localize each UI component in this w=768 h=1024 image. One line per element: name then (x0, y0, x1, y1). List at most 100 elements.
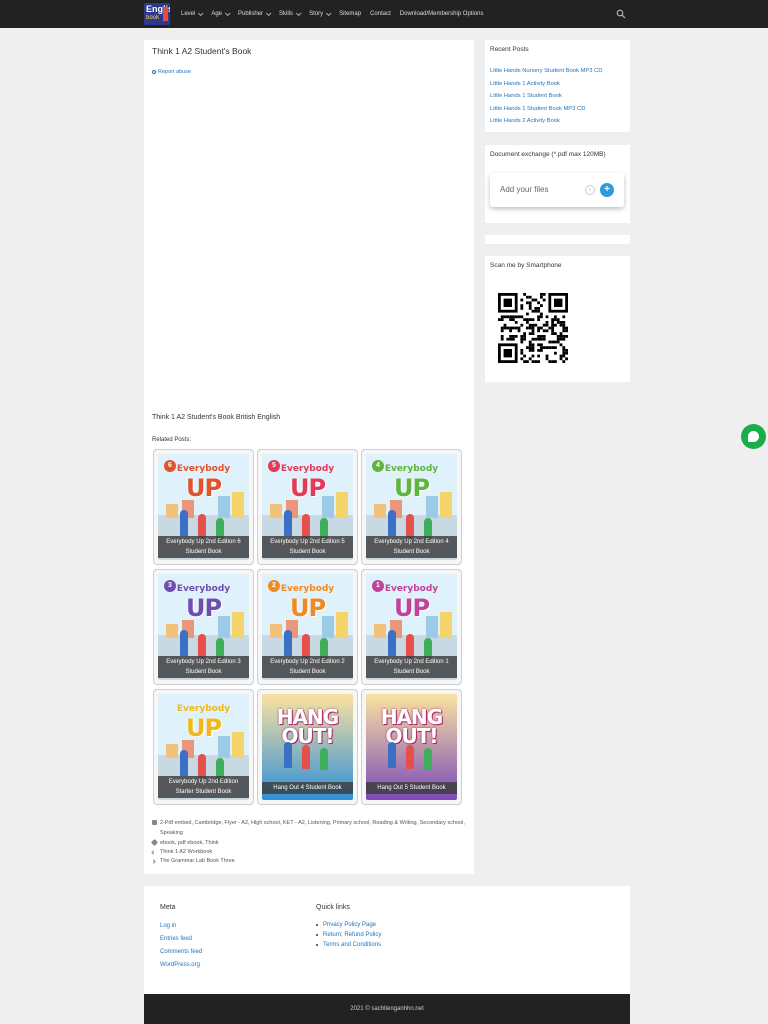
footer-link-label: Terms and Conditions (323, 942, 382, 948)
cover-figure (302, 634, 310, 658)
footer-title: Meta (160, 904, 176, 911)
cover-title: UP (289, 594, 326, 622)
related-post-card[interactable]: Everybody UP Everybody Up 2nd Edition Star… (153, 689, 254, 805)
tag-icon (150, 838, 159, 847)
level-badge: 1 (372, 580, 384, 592)
cover-figure (198, 754, 206, 778)
related-post-card[interactable]: Everybody UP 3 Everybody Up 2nd Edition 3 S… (153, 569, 254, 685)
categories-line: 2-Pdf embed, Cambridge, Flyer - A2, High… (152, 818, 466, 838)
cover-building (166, 503, 178, 518)
recent-post-link[interactable]: Little Hands 1 Activity Book (490, 78, 602, 91)
related-posts-heading: Related Posts: (152, 437, 192, 443)
footer-link[interactable]: Entries feed (160, 933, 202, 946)
recent-post-link[interactable]: Little Hands 2 Activity Book (490, 115, 602, 128)
related-post-card[interactable]: Everybody UP 4 Everybody Up 2nd Edition 4 S… (361, 449, 462, 565)
level-badge: 6 (164, 460, 176, 472)
related-post-card[interactable]: HANG OUT! Hang Out 4 Student Book (257, 689, 358, 805)
footer-link[interactable]: WordPress.org (160, 959, 202, 972)
cover-figure (406, 514, 414, 538)
related-post-card[interactable]: Everybody UP 6 Everybody Up 2nd Edition 6 S… (153, 449, 254, 565)
cover-figure (406, 745, 414, 769)
footer-link-label: Return; Refund Policy (323, 932, 382, 938)
report-abuse-link[interactable]: Report abuse (152, 69, 191, 75)
cover-building (374, 623, 386, 638)
chevron-right-icon (151, 859, 156, 864)
recent-post-link[interactable]: Little Hands 1 Student Book (490, 90, 602, 103)
footer-link[interactable]: Return; Refund Policy (316, 930, 381, 940)
prev-post-label: Think 1 A2 Workbook (160, 849, 213, 855)
nav-item-sitemap[interactable]: Sitemap (339, 11, 361, 17)
info-icon (152, 70, 156, 74)
cover-figure (198, 514, 206, 538)
cover-figure (388, 630, 396, 656)
nav-label: Sitemap (339, 11, 362, 17)
chevron-left-icon (151, 850, 156, 855)
main-article: Think 1 A2 Student's Book Report abuse T… (144, 40, 474, 874)
nav-item-level[interactable]: Level (181, 10, 204, 17)
site-footer: Meta Log in Entries feed Comments feed W… (144, 886, 630, 994)
logo-line2: book (146, 15, 160, 21)
chevron-down-icon (265, 10, 272, 17)
cover-figure (320, 748, 328, 770)
bullet-icon (316, 934, 318, 936)
related-post-title: Everybody Up 2nd Edition 5 Student Book (262, 536, 353, 558)
widget-title: Document exchange (*.pdf max 120MB) (490, 151, 606, 158)
footer-link[interactable]: Privacy Policy Page (316, 920, 381, 930)
footer-link[interactable]: Comments feed (160, 946, 202, 959)
related-post-title: Everybody Up 2nd Edition 6 Student Book (158, 536, 249, 558)
nav-item-contact[interactable]: Contact (370, 11, 391, 17)
related-post-card[interactable]: HANG OUT! Hang Out 5 Student Book (361, 689, 462, 805)
cover-figure (180, 630, 188, 656)
next-post-link[interactable]: The Grammar Lab Book Three (151, 857, 235, 866)
cover-title: UP (185, 474, 222, 502)
related-post-title: Everybody Up 2nd Edition Starter Student… (158, 776, 249, 798)
footer-title: Quick links (316, 904, 350, 911)
tags-line: ebook, pdf ebook, Think (150, 838, 466, 848)
recent-post-link[interactable]: Little Hands Nursery Student Book MP3 CD (490, 65, 602, 78)
cover-building (270, 623, 282, 638)
add-file-button[interactable]: + (600, 183, 614, 197)
footer-link[interactable]: Log in (160, 920, 202, 933)
file-icon[interactable]: ≡ (585, 185, 595, 195)
related-post-title: Everybody Up 2nd Edition 1 Student Book (366, 656, 457, 678)
chevron-down-icon (224, 10, 231, 17)
related-post-card[interactable]: Everybody UP 1 Everybody Up 2nd Edition 1 S… (361, 569, 462, 685)
file-upload-dropzone[interactable]: Add your files ≡ + (490, 173, 624, 207)
related-post-card[interactable]: Everybody UP 5 Everybody Up 2nd Edition 5 S… (257, 449, 358, 565)
quick-links-widget: Quick links Privacy Policy Page Return; … (316, 904, 381, 950)
nav-item-download[interactable]: Download/Membership Options (400, 11, 484, 17)
tag-links[interactable]: ebook, pdf ebook, Think (160, 838, 466, 848)
nav-item-story[interactable]: Story (309, 10, 332, 17)
chat-button[interactable] (741, 424, 766, 449)
category-links[interactable]: 2-Pdf embed, Cambridge, Flyer - A2, High… (160, 818, 466, 838)
nav-label: Story (309, 11, 324, 17)
qr-code-image (498, 293, 568, 363)
recent-post-link[interactable]: Little Hands 1 Student Book MP3 CD (490, 103, 602, 116)
page-title: Think 1 A2 Student's Book (152, 46, 252, 56)
footer-link-label: Privacy Policy Page (323, 922, 377, 928)
cover-figure (424, 748, 432, 770)
site-logo[interactable]: English book (144, 3, 170, 25)
cover-title: UP (185, 714, 222, 742)
cover-title: UP (185, 594, 222, 622)
cover-figure (180, 750, 188, 776)
footer-link[interactable]: Terms and Conditions (316, 940, 381, 950)
document-exchange-widget: Document exchange (*.pdf max 120MB) Add … (485, 145, 630, 223)
cover-title: HANG OUT! (276, 705, 339, 748)
nav-item-skills[interactable]: Skills (279, 10, 302, 17)
upload-label: Add your files (500, 185, 549, 194)
search-icon[interactable] (616, 9, 626, 19)
qr-widget: Scan me by Smartphone (485, 256, 630, 382)
level-badge: 3 (164, 580, 176, 592)
nav-item-publisher[interactable]: Publisher (238, 10, 272, 17)
related-post-card[interactable]: Everybody UP 2 Everybody Up 2nd Edition 2 S… (257, 569, 358, 685)
prev-post-link[interactable]: Think 1 A2 Workbook (151, 848, 235, 857)
chevron-down-icon (325, 10, 332, 17)
nav-label: Publisher (238, 11, 264, 17)
cover-title: HANG OUT! (380, 705, 443, 748)
related-post-title: Hang Out 4 Student Book (262, 782, 353, 794)
cover-figure (284, 510, 292, 536)
level-badge: 5 (268, 460, 280, 472)
level-badge: 4 (372, 460, 384, 472)
nav-item-age[interactable]: Age (211, 10, 231, 17)
